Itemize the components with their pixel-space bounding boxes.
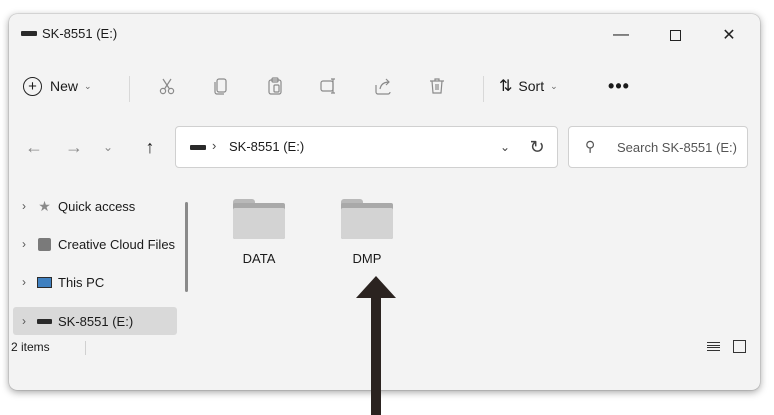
- command-bar: + New ⌄ ⇅ Sort ⌄ •••: [9, 62, 760, 110]
- chevron-right-icon[interactable]: ›: [17, 314, 31, 328]
- drive-icon: [21, 31, 37, 36]
- sort-icon: ⇅: [499, 78, 513, 95]
- rename-button[interactable]: [309, 62, 349, 110]
- chevron-right-icon[interactable]: ›: [17, 237, 31, 251]
- arrow-shaft: [371, 296, 381, 415]
- sidebar-scrollbar[interactable]: [185, 202, 188, 292]
- folder-item[interactable]: DMP: [323, 199, 403, 279]
- cut-button[interactable]: [147, 62, 187, 110]
- search-box[interactable]: ⚲: [568, 126, 748, 168]
- tiles-view-icon[interactable]: [733, 340, 746, 353]
- delete-icon: [430, 78, 444, 94]
- more-options-button[interactable]: •••: [603, 62, 635, 110]
- share-icon: [375, 78, 391, 95]
- folder-name: DMP: [352, 251, 382, 266]
- toolbar-divider: [483, 76, 484, 102]
- toolbar-divider: [129, 76, 130, 102]
- sidebar-item-sk-8551-drive[interactable]: › SK-8551 (E:): [13, 307, 177, 335]
- copy-button[interactable]: [201, 62, 241, 110]
- creative-cloud-icon: [36, 237, 53, 251]
- chevron-down-icon: ⌄: [550, 80, 558, 91]
- sidebar-item-label: SK-8551 (E:): [58, 313, 134, 329]
- computer-icon: [36, 275, 53, 289]
- window-title: SK-8551 (E:): [42, 26, 118, 41]
- sidebar-item-label: This PC: [58, 274, 105, 290]
- item-count: 2 items: [11, 340, 50, 354]
- sort-button-label: Sort: [518, 78, 545, 94]
- back-button[interactable]: ←: [19, 132, 49, 162]
- plus-circle-icon: +: [23, 76, 42, 96]
- chevron-down-icon: ⌄: [84, 80, 92, 91]
- search-icon: ⚲: [585, 138, 596, 154]
- status-divider: [85, 341, 86, 355]
- file-list: DATA DMP: [199, 179, 760, 336]
- search-input[interactable]: [617, 127, 747, 167]
- sort-button[interactable]: ⇅ Sort ⌄: [499, 62, 579, 110]
- address-bar[interactable]: › SK-8551 (E:) ⌄ ↻: [175, 126, 558, 168]
- title-bar[interactable]: SK-8551 (E:) — ✕: [9, 14, 760, 54]
- close-button[interactable]: ✕: [707, 22, 751, 48]
- details-view-icon[interactable]: [707, 340, 720, 353]
- maximize-button[interactable]: [653, 22, 697, 48]
- delete-button[interactable]: [417, 62, 457, 110]
- breadcrumb-separator-icon[interactable]: ›: [212, 138, 216, 153]
- chevron-right-icon[interactable]: ›: [17, 275, 31, 289]
- folder-name: DATA: [242, 251, 276, 266]
- rename-icon: [320, 78, 335, 94]
- chevron-right-icon[interactable]: ›: [17, 199, 31, 213]
- folder-icon: [233, 199, 285, 239]
- paste-button[interactable]: [255, 62, 295, 110]
- folder-item[interactable]: DATA: [215, 199, 295, 279]
- sidebar-item-quick-access[interactable]: › ★ Quick access: [13, 192, 177, 220]
- sidebar-item-creative-cloud-files[interactable]: › Creative Cloud Files: [13, 230, 177, 258]
- new-button[interactable]: + New ⌄: [23, 62, 123, 110]
- address-dropdown-button[interactable]: ⌄: [496, 135, 514, 159]
- sidebar-item-label: Quick access: [58, 198, 136, 214]
- arrow-head: [356, 276, 396, 298]
- address-row: ← → ⌄ ↑ › SK-8551 (E:) ⌄ ↻ ⚲: [9, 126, 760, 168]
- sidebar-item-label: Creative Cloud Files: [58, 236, 176, 252]
- share-button[interactable]: [363, 62, 403, 110]
- new-button-label: New: [50, 78, 79, 94]
- refresh-button[interactable]: ↻: [526, 134, 548, 160]
- drive-icon: [190, 145, 206, 150]
- drive-icon: [36, 314, 53, 328]
- navigation-pane: › ★ Quick access › Creative Cloud Files …: [9, 179, 177, 336]
- annotation-arrow: [356, 276, 396, 415]
- star-icon: ★: [38, 197, 51, 214]
- recent-locations-button[interactable]: ⌄: [97, 132, 119, 162]
- sidebar-item-this-pc[interactable]: › This PC: [13, 268, 177, 296]
- cut-icon: [159, 78, 175, 95]
- paste-icon: [268, 77, 282, 95]
- minimize-button[interactable]: —: [599, 22, 643, 48]
- up-button[interactable]: ↑: [135, 132, 165, 162]
- maximize-icon: [669, 29, 681, 41]
- copy-icon: [214, 78, 227, 95]
- breadcrumb-path[interactable]: SK-8551 (E:): [229, 139, 304, 154]
- forward-button[interactable]: →: [59, 132, 89, 162]
- folder-icon: [341, 199, 393, 239]
